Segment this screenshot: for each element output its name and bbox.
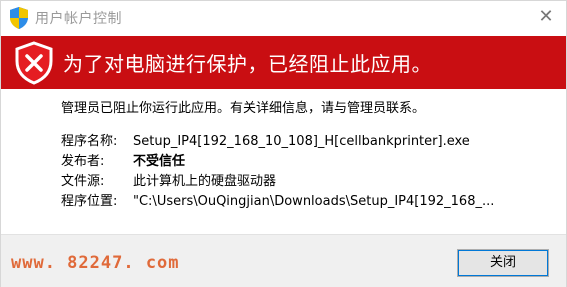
field-label: 发布者: <box>61 154 105 169</box>
warning-banner: 为了对电脑进行保护，已经阻止此应用。 <box>1 36 566 89</box>
banner-heading: 为了对电脑进行保护，已经阻止此应用。 <box>63 52 432 76</box>
program-name-value: Setup_IP4[192_168_10_108]_H[cellbankprin… <box>133 134 470 149</box>
field-label: 程序名称: <box>61 134 118 149</box>
close-icon[interactable]: ✕ <box>534 5 558 29</box>
field-label: 文件源: <box>61 174 105 189</box>
title-bar: 用户帐户控制 ✕ <box>1 1 566 34</box>
program-location-value: "C:\Users\OuQingjian\Downloads\Setup_IP4… <box>133 194 495 209</box>
field-label: 程序位置: <box>61 194 118 209</box>
blocked-shield-icon <box>14 41 54 85</box>
admin-message: 管理员已阻止你运行此应用。有关详细信息，请与管理员联系。 <box>61 101 426 116</box>
dialog-footer: www. 82247. com 关闭 <box>1 234 566 287</box>
dialog-content: 管理员已阻止你运行此应用。有关详细信息，请与管理员联系。 程序名称: Setup… <box>1 89 566 234</box>
close-button[interactable]: 关闭 <box>457 249 549 277</box>
uac-shield-icon <box>8 6 30 30</box>
file-source-value: 此计算机上的硬盘驱动器 <box>133 174 277 189</box>
window-title: 用户帐户控制 <box>35 11 122 27</box>
watermark-text: www. 82247. com <box>11 253 180 273</box>
uac-dialog: 用户帐户控制 ✕ 为了对电脑进行保护，已经阻止此应用。 管理员已阻止你运行此应用… <box>0 0 567 287</box>
publisher-value: 不受信任 <box>133 154 186 169</box>
